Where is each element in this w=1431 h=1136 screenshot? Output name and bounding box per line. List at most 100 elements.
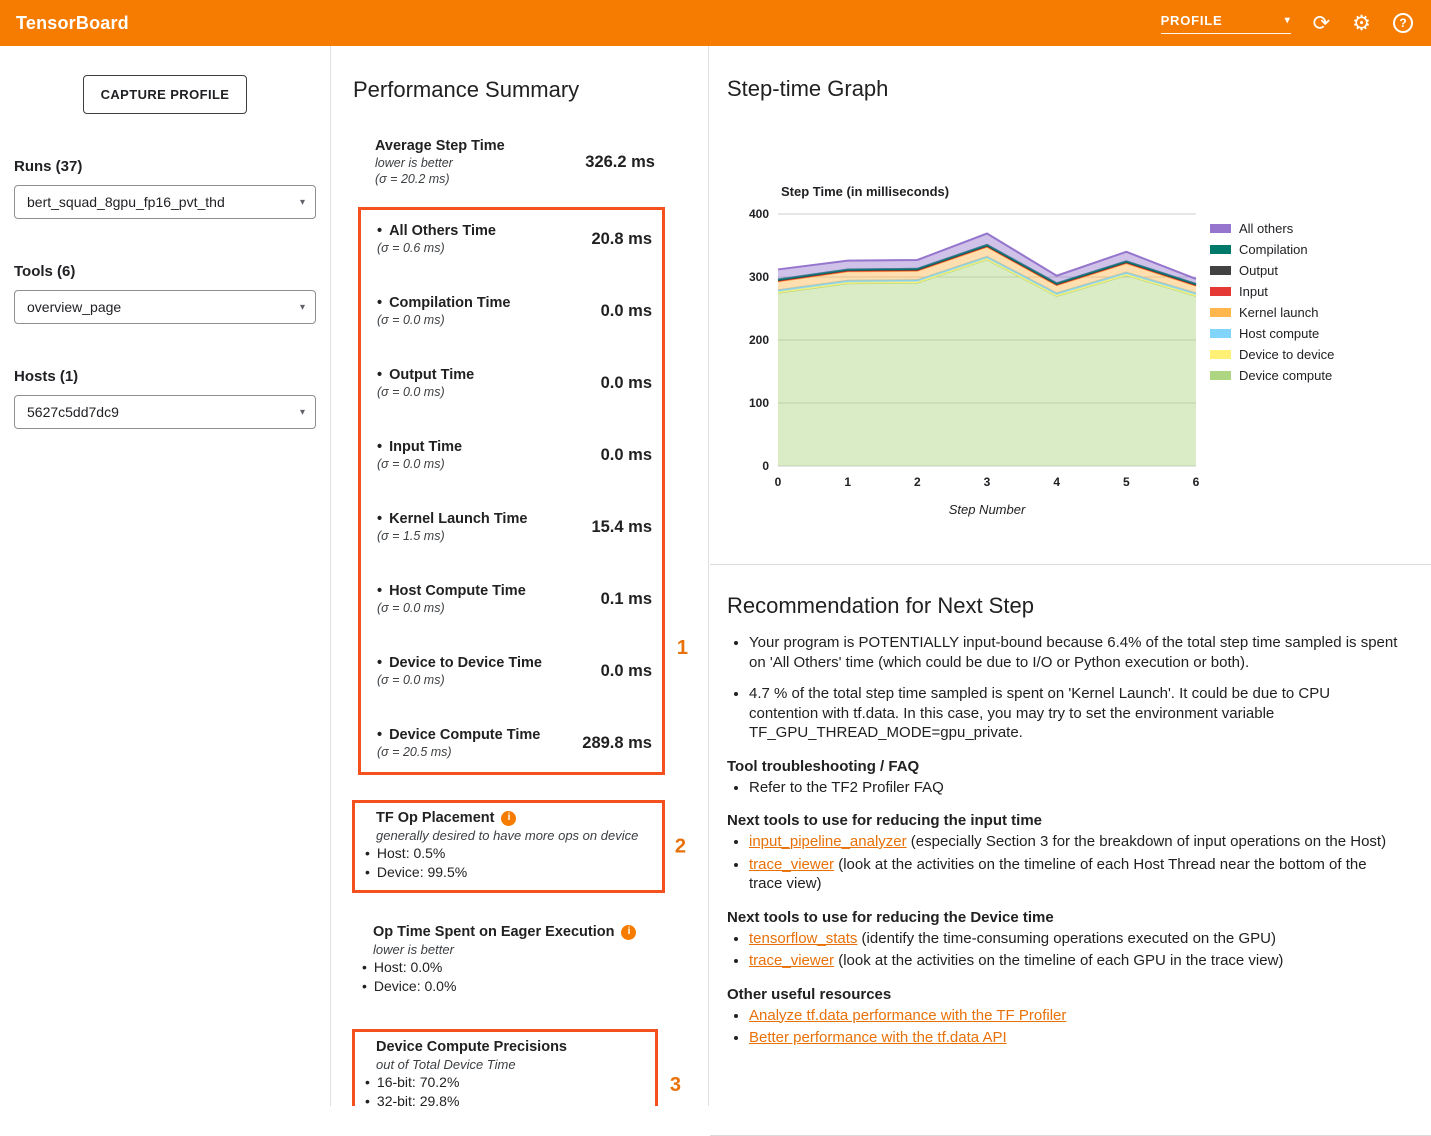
- list-item: input_pipeline_analyzer (especially Sect…: [749, 832, 1401, 852]
- svg-text:4: 4: [1053, 475, 1060, 489]
- metric-name: •Input Time: [377, 438, 462, 456]
- chevron-down-icon: ▾: [300, 197, 305, 208]
- metric-sigma: (σ = 0.0 ms): [377, 456, 462, 472]
- bullet-icon: •: [365, 1093, 370, 1106]
- recommendation-list: Analyze tf.data performance with the TF …: [727, 1006, 1401, 1048]
- chevron-down-icon: ▾: [300, 407, 305, 418]
- chevron-down-icon: ▾: [1285, 15, 1291, 26]
- metric-sigma: (σ = 20.2 ms): [375, 171, 505, 187]
- svg-text:0: 0: [762, 459, 769, 473]
- dashboard-selected-value: PROFILE: [1161, 13, 1223, 28]
- metric-value: 0.0 ms: [601, 446, 652, 465]
- right-panel: Step-time Graph Step Time (in millisecon…: [710, 46, 1431, 1106]
- recommendation-list: Refer to the TF2 Profiler FAQ: [727, 778, 1401, 798]
- chevron-down-icon: ▾: [300, 302, 305, 313]
- breakdown-row: •Output Time(σ = 0.0 ms)0.0 ms: [377, 366, 652, 400]
- legend-label: Device compute: [1239, 368, 1332, 383]
- breakdown-row: •Kernel Launch Time(σ = 1.5 ms)15.4 ms: [377, 510, 652, 544]
- legend-item: Device compute: [1210, 365, 1334, 386]
- metric-value: 289.8 ms: [582, 734, 652, 753]
- bullet-icon: •: [362, 978, 367, 994]
- svg-text:200: 200: [749, 333, 769, 347]
- device-compute-precisions-subtitle: out of Total Device Time: [361, 1056, 645, 1073]
- hosts-label: Hosts (1): [14, 368, 316, 385]
- metric-sigma: (σ = 20.5 ms): [377, 744, 540, 760]
- hosts-selected-value: 5627c5dd7dc9: [27, 404, 119, 420]
- tool-link[interactable]: input_pipeline_analyzer: [749, 833, 907, 850]
- tf-op-placement-subtitle: generally desired to have more ops on de…: [361, 827, 652, 844]
- breakdown-row: •Compilation Time(σ = 0.0 ms)0.0 ms: [377, 294, 652, 328]
- metric-name: •Device Compute Time: [377, 726, 540, 744]
- capture-profile-button[interactable]: CAPTURE PROFILE: [83, 75, 248, 114]
- list-item: Analyze tf.data performance with the TF …: [749, 1006, 1401, 1026]
- svg-text:1: 1: [844, 475, 851, 489]
- svg-text:400: 400: [749, 207, 769, 221]
- tool-link[interactable]: Better performance with the tf.data API: [749, 1029, 1007, 1046]
- bullet-icon: •: [377, 583, 382, 599]
- breakdown-row: •Input Time(σ = 0.0 ms) 0.0 ms: [377, 438, 652, 472]
- gear-icon[interactable]: ⚙: [1352, 13, 1371, 34]
- legend-item: Device to device: [1210, 344, 1334, 365]
- hosts-field: Hosts (1) 5627c5dd7dc9 ▾: [14, 368, 316, 429]
- metric-value: 326.2 ms: [585, 153, 655, 172]
- recommendation-list: input_pipeline_analyzer (especially Sect…: [727, 832, 1401, 894]
- info-icon[interactable]: i: [501, 811, 516, 826]
- runs-label: Runs (37): [14, 158, 316, 175]
- list-item: trace_viewer (look at the activities on …: [749, 951, 1401, 971]
- svg-text:0: 0: [775, 475, 782, 489]
- annotation-box-1: •All Others Time(σ = 0.6 ms)20.8 ms•Comp…: [358, 207, 665, 775]
- chart-legend: All othersCompilationOutputInputKernel l…: [1210, 218, 1334, 386]
- tf-op-placement-title: TF Op Placement: [376, 809, 494, 827]
- legend-item: Host compute: [1210, 323, 1334, 344]
- breakdown-row: •Device to Device Time(σ = 0.0 ms)0.0 ms: [377, 654, 652, 688]
- hosts-select[interactable]: 5627c5dd7dc9 ▾: [14, 395, 316, 429]
- tool-link[interactable]: trace_viewer: [749, 952, 834, 969]
- legend-item: Input: [1210, 281, 1334, 302]
- info-icon[interactable]: i: [621, 925, 636, 940]
- svg-text:3: 3: [984, 475, 991, 489]
- legend-swatch-icon: [1210, 266, 1231, 275]
- metric-sigma: (σ = 0.0 ms): [377, 600, 526, 616]
- legend-label: Host compute: [1239, 326, 1319, 341]
- annotation-number-3: 3: [670, 1074, 681, 1097]
- topbar-actions: PROFILE ▾ ⟳ ⚙ ?: [1161, 13, 1413, 34]
- bullet-icon: •: [362, 959, 367, 975]
- recommendation-bullet: 4.7 % of the total step time sampled is …: [749, 684, 1401, 743]
- refresh-icon[interactable]: ⟳: [1313, 13, 1331, 34]
- legend-item: Compilation: [1210, 239, 1334, 260]
- eager-execution-subtitle: lower is better: [358, 941, 658, 958]
- legend-label: All others: [1239, 221, 1293, 236]
- tool-link[interactable]: Analyze tf.data performance with the TF …: [749, 1007, 1066, 1024]
- legend-swatch-icon: [1210, 329, 1231, 338]
- metric-sigma: (σ = 0.6 ms): [377, 240, 496, 256]
- svg-text:2: 2: [914, 475, 921, 489]
- legend-swatch-icon: [1210, 371, 1231, 380]
- dashboard-selector[interactable]: PROFILE ▾: [1161, 13, 1291, 34]
- tools-select[interactable]: overview_page ▾: [14, 290, 316, 324]
- recommendation-title: Recommendation for Next Step: [727, 593, 1401, 619]
- list-item: •Host: 0.0%: [358, 958, 658, 977]
- legend-item: All others: [1210, 218, 1334, 239]
- help-icon[interactable]: ?: [1393, 13, 1413, 33]
- metric-value: 20.8 ms: [591, 230, 652, 249]
- step-time-graph-card: Step-time Graph Step Time (in millisecon…: [710, 76, 1431, 565]
- list-item: Better performance with the tf.data API: [749, 1028, 1401, 1048]
- metric-sigma: (σ = 0.0 ms): [377, 672, 542, 688]
- metric-note: lower is better: [375, 155, 505, 171]
- eager-execution-title: Op Time Spent on Eager Execution: [373, 923, 614, 941]
- bullet-icon: •: [365, 1074, 370, 1090]
- svg-text:6: 6: [1193, 475, 1200, 489]
- eager-execution-block: Op Time Spent on Eager Execution i lower…: [358, 923, 658, 996]
- tool-link[interactable]: tensorflow_stats: [749, 930, 857, 947]
- legend-swatch-icon: [1210, 308, 1231, 317]
- recommendation-list: tensorflow_stats (identify the time-cons…: [727, 929, 1401, 971]
- list-item: Refer to the TF2 Profiler FAQ: [749, 778, 1401, 798]
- metric-name: •Compilation Time: [377, 294, 510, 312]
- runs-select[interactable]: bert_squad_8gpu_fp16_pvt_thd ▾: [14, 185, 316, 219]
- svg-text:300: 300: [749, 270, 769, 284]
- breakdown-row: •All Others Time(σ = 0.6 ms)20.8 ms: [377, 222, 652, 256]
- bullet-icon: •: [365, 864, 370, 880]
- tool-link[interactable]: trace_viewer: [749, 856, 834, 873]
- step-time-graph-title: Step-time Graph: [727, 76, 1431, 102]
- legend-label: Input: [1239, 284, 1268, 299]
